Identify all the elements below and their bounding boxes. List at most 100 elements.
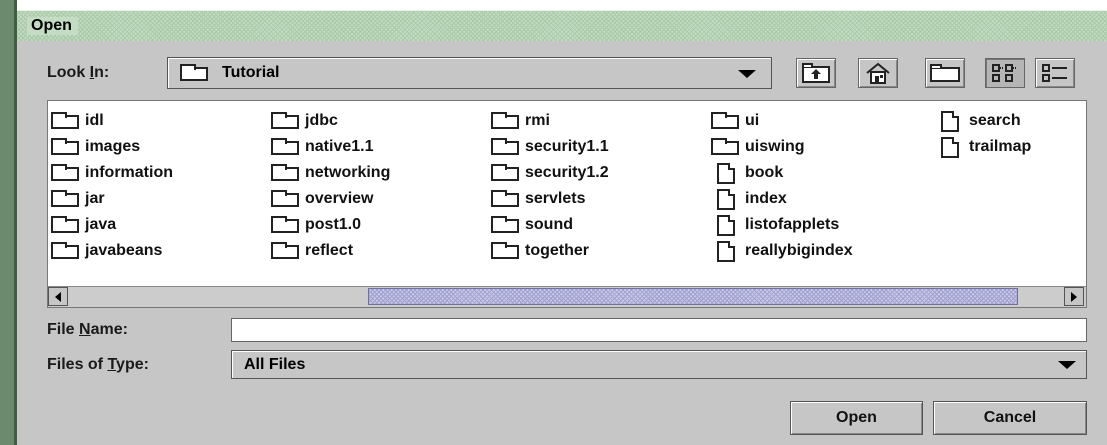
window-title: Open [27, 17, 78, 35]
list-item-label: javabeans [85, 242, 163, 259]
title-bar[interactable]: Open [17, 10, 1107, 41]
list-item-label: overview [305, 190, 374, 207]
list-item-label: index [745, 190, 787, 207]
list-item-label: trailmap [969, 138, 1032, 155]
list-item[interactable]: post1.0 [271, 214, 361, 236]
window-top-edge [0, 0, 1107, 10]
folder-icon [491, 240, 521, 262]
folder-icon [711, 110, 741, 132]
cancel-button[interactable]: Cancel [933, 401, 1087, 435]
list-item-label: reallybigindex [745, 242, 853, 259]
window-left-border-inner [14, 0, 17, 445]
look-in-combo[interactable]: Tutorial [167, 57, 772, 89]
list-item-label: idl [85, 112, 104, 129]
details-view-button[interactable] [1035, 58, 1075, 88]
new-folder-icon [930, 64, 960, 82]
look-in-label: Look In: [47, 64, 110, 81]
list-item[interactable]: book [711, 162, 783, 184]
folder-icon [180, 62, 214, 84]
files-of-type-value: All Files [244, 356, 306, 373]
list-item[interactable]: overview [271, 188, 373, 210]
list-view-icon [992, 64, 1017, 82]
folder-icon [711, 136, 741, 158]
list-item[interactable]: together [491, 240, 589, 262]
list-view-button[interactable] [985, 58, 1025, 88]
scroll-right-button[interactable] [1064, 287, 1084, 306]
file-name-label: File Name: [47, 321, 128, 338]
file-name-input[interactable] [231, 318, 1087, 342]
list-item[interactable]: servlets [491, 188, 586, 210]
home-button[interactable] [858, 58, 898, 88]
list-item[interactable]: native1.1 [271, 136, 373, 158]
list-item[interactable]: uiswing [711, 136, 805, 158]
list-item[interactable]: index [711, 188, 787, 210]
folder-icon [491, 214, 521, 236]
list-item-label: listofapplets [745, 216, 840, 233]
list-item-label: together [525, 242, 589, 259]
folder-icon [51, 188, 81, 210]
list-item-label: networking [305, 164, 391, 181]
list-item-label: search [969, 112, 1021, 129]
list-item[interactable]: trailmap [935, 136, 1031, 158]
list-item-label: book [745, 164, 784, 181]
home-icon [866, 62, 890, 84]
scroll-left-button[interactable] [48, 287, 68, 306]
list-item[interactable]: java [51, 214, 116, 236]
list-item[interactable]: ui [711, 110, 759, 132]
folder-icon [51, 110, 81, 132]
folder-icon [491, 136, 521, 158]
list-item-label: security1.1 [525, 138, 609, 155]
folder-icon [51, 214, 81, 236]
files-of-type-combo[interactable]: All Files [231, 350, 1087, 379]
list-item-label: jar [85, 190, 105, 207]
list-item[interactable]: rmi [491, 110, 550, 132]
list-item-label: rmi [525, 112, 550, 129]
file-icon [711, 240, 741, 262]
chevron-down-icon[interactable] [738, 70, 756, 78]
file-list[interactable]: idl images information jar java javabeans jdbc… [47, 100, 1087, 308]
list-item[interactable]: sound [491, 214, 573, 236]
folder-icon [51, 162, 81, 184]
list-item[interactable]: idl [51, 110, 104, 132]
list-item[interactable]: jar [51, 188, 105, 210]
list-item-label: java [85, 216, 117, 233]
file-icon [935, 136, 965, 158]
window-left-border [0, 0, 14, 445]
list-item-label: ui [745, 112, 760, 129]
list-item[interactable]: security1.2 [491, 162, 609, 184]
folder-icon [271, 214, 301, 236]
scrollbar-thumb[interactable] [368, 288, 1018, 305]
folder-icon [271, 162, 301, 184]
up-folder-button[interactable] [796, 58, 836, 88]
list-item-label: sound [525, 216, 573, 233]
list-item-label: reflect [305, 242, 354, 259]
arrow-left-icon [55, 291, 61, 302]
file-icon [935, 110, 965, 132]
list-item[interactable]: networking [271, 162, 390, 184]
chevron-down-icon[interactable] [1058, 361, 1076, 369]
up-folder-icon [802, 63, 830, 83]
look-in-value: Tutorial [222, 64, 280, 81]
details-view-icon [1042, 64, 1067, 82]
list-item[interactable]: search [935, 110, 1021, 132]
list-item-label: images [85, 138, 141, 155]
folder-icon [491, 110, 521, 132]
files-of-type-label: Files of Type: [47, 356, 149, 373]
folder-icon [51, 240, 81, 262]
list-item-label: security1.2 [525, 164, 609, 181]
list-item[interactable]: information [51, 162, 173, 184]
list-item[interactable]: listofapplets [711, 214, 839, 236]
list-item[interactable]: reflect [271, 240, 353, 262]
list-item-label: native1.1 [305, 138, 374, 155]
list-item[interactable]: jdbc [271, 110, 338, 132]
new-folder-button[interactable] [925, 58, 965, 88]
list-item[interactable]: security1.1 [491, 136, 609, 158]
list-item[interactable]: reallybigindex [711, 240, 853, 262]
list-item[interactable]: javabeans [51, 240, 162, 262]
list-item[interactable]: images [51, 136, 140, 158]
file-icon [711, 162, 741, 184]
arrow-right-icon [1071, 291, 1077, 302]
open-button[interactable]: Open [790, 401, 923, 435]
horizontal-scrollbar[interactable] [48, 286, 1086, 307]
folder-icon [51, 136, 81, 158]
